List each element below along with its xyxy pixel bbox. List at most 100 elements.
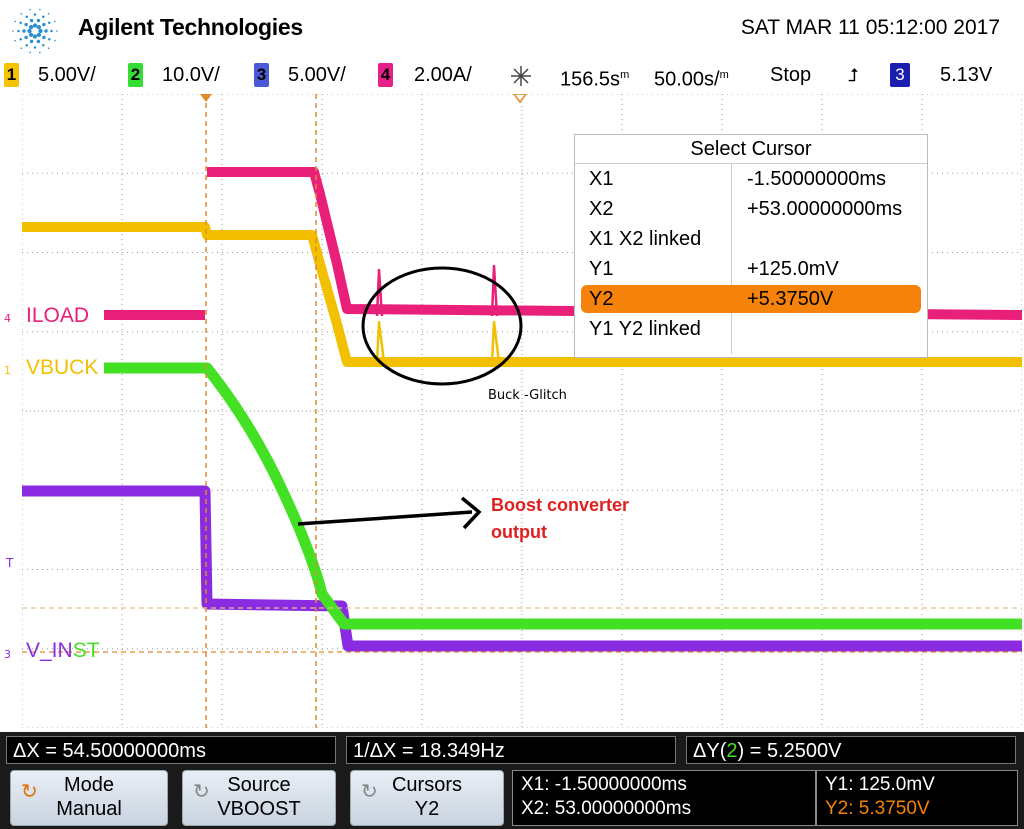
logo-dot [36,24,42,30]
logo-dot [48,21,51,24]
cursor-y-readout: Y1: 125.0mV Y2: 5.3750V [816,770,1018,826]
bottom-panel: ΔX = 54.50000000ms 1/ΔX = 18.349Hz ΔY(2)… [0,732,1024,829]
logo-dot [32,34,38,39]
select-cursor-menu[interactable]: Select Cursor X1 -1.50000000ms X2 +53.0000… [574,134,928,358]
channel-1-scale[interactable]: 5.00V/ [38,63,96,87]
vinst-label: V_INST [26,639,100,662]
logo-dot [29,18,34,23]
logo-dot [29,51,31,54]
channel-4-badge[interactable]: 4 [378,63,393,87]
boost-annotation-line2: output [491,522,547,542]
cursor-row-y2-selected[interactable]: Y2 +5.3750V [575,284,927,314]
logo-dot [28,24,34,30]
agilent-spark-logo-icon [12,8,58,54]
cursor-row-x2[interactable]: X2 +53.00000000ms [575,194,927,224]
y2-readout: Y2: 5.3750V [825,798,930,819]
logo-dot [14,39,16,42]
trigger-source-badge[interactable]: 3 [890,63,910,87]
channel-1-badge[interactable]: 1 [4,63,19,87]
logo-dot [25,44,28,47]
logo-dot [32,23,38,28]
logo-dot [39,8,41,11]
logo-dot [47,12,50,15]
logo-dot [19,38,22,41]
trigger-position-marker[interactable] [513,94,527,104]
acquisition-sparkle-icon [511,66,531,86]
logo-dot [25,15,28,18]
cursor-x-readout: X1: -1.50000000ms X2: 53.00000000ms [512,770,816,826]
source-softkey[interactable]: ↻ Source VBOOST [182,770,336,826]
logo-dot [36,18,41,23]
logo-dot [24,22,28,27]
logo-dot [27,28,32,34]
logo-dot [56,30,58,32]
title-bar: Agilent Technologies SAT MAR 11 05:12:00… [0,0,1024,60]
logo-dot [42,15,45,18]
logo-dot [44,29,48,33]
channel-4-scale[interactable]: 2.00A/ [414,63,472,87]
logo-dot [20,47,23,50]
cursor-row-y1y2-linked[interactable]: Y1 Y2 linked [575,314,927,344]
logo-dot [36,39,41,44]
channel-2-badge[interactable]: 2 [128,63,143,87]
logo-dot [24,35,28,40]
logo-dot [29,39,34,44]
select-cursor-title: Select Cursor [575,135,927,164]
glitch-annotation: Buck -Glitch [488,388,567,403]
logo-dot [42,35,46,40]
logo-dot [33,13,37,16]
vinst-ground-marker[interactable]: 3 [4,648,11,661]
cursor-row-x1[interactable]: X1 -1.50000000ms [575,164,927,194]
cursors-softkey[interactable]: ↻ Cursors Y2 [350,770,504,826]
logo-dot [47,47,50,50]
glitch-spike-4 [490,320,501,363]
datetime: SAT MAR 11 05:12:00 2017 [740,16,1000,39]
logo-dot [38,28,43,34]
logo-dot [50,29,53,33]
cursor-row-x1x2-linked[interactable]: X1 X2 linked [575,224,927,254]
vbuck-ground-marker[interactable]: 1 [4,364,11,377]
channel-3-badge[interactable]: 3 [254,63,269,87]
logo-dot [14,20,16,23]
logo-dot [22,29,26,33]
logo-dot [28,32,34,38]
brand-name: Agilent Technologies [78,14,303,40]
logo-dot [39,51,41,54]
status-bar: 1 5.00V/ 2 10.0V/ 3 5.00V/ 4 2.00A/ 156.… [0,60,1024,92]
y1-readout: Y1: 125.0mV [825,774,935,795]
logo-dot [48,38,51,41]
trigger-level-marker[interactable]: T [6,556,13,570]
time-scale[interactable]: 50.00s/m [654,63,729,92]
inverse-delta-x-measurement: 1/ΔX = 18.349Hz [346,736,676,764]
delta-y-measurement: ΔY(2) = 5.2500V [686,736,1016,764]
mode-softkey[interactable]: ↻ Mode Manual [10,770,168,826]
time-position[interactable]: 156.5sm [560,63,629,92]
channel-2-scale[interactable]: 10.0V/ [162,63,220,87]
x2-readout: X2: 53.00000000ms [521,798,692,819]
logo-dot [19,21,22,24]
iload-ground-marker[interactable]: 4 [4,312,11,325]
boost-annotation-line1: Boost converter [491,495,630,515]
delta-x-measurement: ΔX = 54.50000000ms [6,736,336,764]
iload-label: ILOAD [26,304,90,327]
channel-3-scale[interactable]: 5.00V/ [288,63,346,87]
glitch-spike-3 [375,320,386,363]
x1-readout: X1: -1.50000000ms [521,774,687,795]
vbuck-label: VBUCK [26,356,99,379]
run-state[interactable]: Stop [770,63,811,87]
logo-dot [33,46,37,49]
logo-dot [54,39,56,42]
logo-dot [20,12,23,15]
trigger-edge-icon: ⮥ [848,65,859,85]
trigger-level[interactable]: 5.13V [940,63,992,87]
logo-dot [42,22,46,27]
logo-dot [29,8,31,11]
cursor-row-y1[interactable]: Y1 +125.0mV [575,254,927,284]
logo-dot [42,44,45,47]
boost-arrow-line [297,510,473,526]
logo-dot [54,20,56,23]
cursor-x1-marker[interactable] [200,94,212,102]
logo-dot [36,32,42,38]
logo-dot [17,29,20,33]
logo-dot [12,30,14,32]
